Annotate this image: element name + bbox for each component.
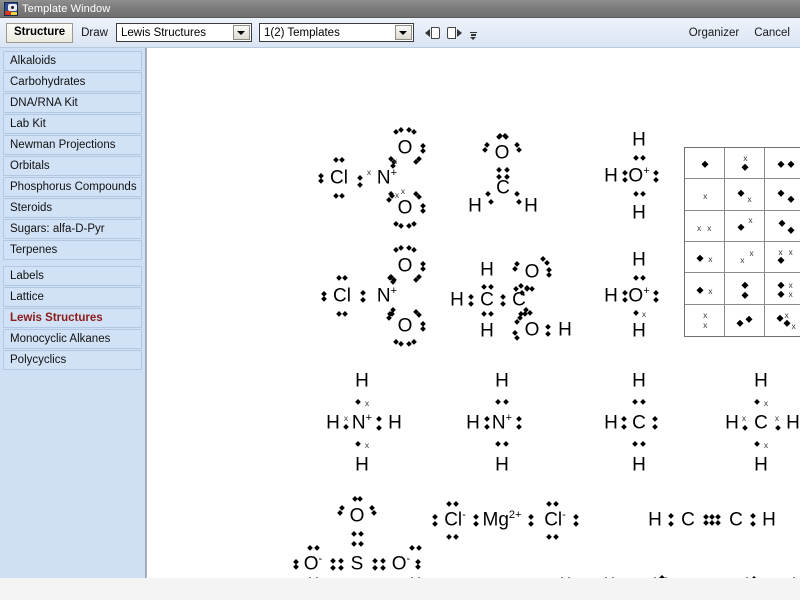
sidebar-item-alkaloids[interactable]: Alkaloids: [3, 51, 142, 71]
draw-label: Draw: [81, 26, 108, 39]
sulfur-dioxide-resonance-right[interactable]: OS+O: [147, 48, 800, 578]
sidebar-item-sugars[interactable]: Sugars: alfa-D-Pyr: [3, 219, 142, 239]
sidebar-item-lewis-structures[interactable]: Lewis Structures: [3, 308, 142, 328]
chevron-down-icon[interactable]: [232, 25, 250, 40]
sidebar-item-steroids[interactable]: Steroids: [3, 198, 142, 218]
structure-button[interactable]: Structure: [6, 22, 74, 43]
sidebar-item-lab-kit[interactable]: Lab Kit: [3, 114, 142, 134]
cancel-button[interactable]: Cancel: [750, 25, 794, 41]
toolbar: Structure Draw Lewis Structures 1(2) Tem…: [0, 18, 800, 48]
previous-page-icon[interactable]: [424, 26, 440, 39]
status-bar: [0, 578, 800, 600]
sidebar-item-lattice[interactable]: Lattice: [3, 287, 142, 307]
sidebar-item-dna-rna-kit[interactable]: DNA/RNA Kit: [3, 93, 142, 113]
window-body: Alkaloids Carbohydrates DNA/RNA Kit Lab …: [0, 48, 800, 578]
template-window: Template Window Structure Draw Lewis Str…: [0, 0, 800, 600]
sidebar-group-primary: Alkaloids Carbohydrates DNA/RNA Kit Lab …: [0, 51, 145, 260]
electron-dot: [744, 577, 750, 578]
electron-dot: [751, 576, 757, 578]
chevron-down-icon[interactable]: [394, 25, 412, 40]
sidebar-item-orbitals[interactable]: Orbitals: [3, 156, 142, 176]
sidebar-item-newman-projections[interactable]: Newman Projections: [3, 135, 142, 155]
sidebar-item-carbohydrates[interactable]: Carbohydrates: [3, 72, 142, 92]
sidebar-group-secondary: Labels Lattice Lewis Structures Monocycl…: [0, 266, 145, 370]
sidebar-item-phosphorus-compounds[interactable]: Phosphorus Compounds: [3, 177, 142, 197]
page-navigation: [424, 26, 477, 40]
dropdown-more-icon[interactable]: [469, 31, 477, 40]
title-bar: Template Window: [0, 0, 800, 18]
category-select-value: Lewis Structures: [120, 26, 206, 39]
organizer-button[interactable]: Organizer: [685, 25, 744, 41]
sidebar-item-monocyclic-alkanes[interactable]: Monocyclic Alkanes: [3, 329, 142, 349]
next-page-icon[interactable]: [446, 26, 462, 39]
sidebar-item-polycyclics[interactable]: Polycyclics: [3, 350, 142, 370]
template-canvas[interactable]: ClxN+OxOxxOCHHHO+HHxxxxxxxxxxxxxxxxxxxxx…: [146, 48, 800, 578]
category-select[interactable]: Lewis Structures: [115, 23, 252, 42]
page-select[interactable]: 1(2) Templates: [258, 23, 414, 42]
sidebar-item-terpenes[interactable]: Terpenes: [3, 240, 142, 260]
template-category-sidebar: Alkaloids Carbohydrates DNA/RNA Kit Lab …: [0, 48, 146, 578]
page-select-value: 1(2) Templates: [263, 26, 340, 39]
window-title: Template Window: [22, 2, 111, 15]
template-window-icon: [4, 1, 18, 16]
sidebar-item-labels[interactable]: Labels: [3, 266, 142, 286]
electron-dot: [790, 577, 797, 578]
